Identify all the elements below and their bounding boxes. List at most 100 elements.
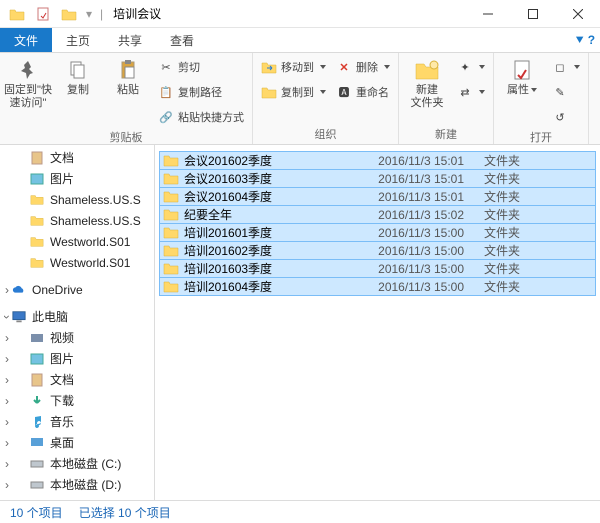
file-row[interactable]: 纪要全年2016/11/3 15:02文件夹 (159, 205, 596, 224)
expander-icon[interactable]: › (2, 373, 12, 387)
cut-label: 剪切 (178, 59, 200, 75)
expander-icon[interactable]: › (2, 436, 12, 450)
nav-quick-item[interactable]: Westworld.S01 (0, 252, 154, 273)
clipboard-group-label: 剪贴板 (6, 128, 246, 146)
expander-icon[interactable]: › (2, 394, 12, 408)
nav-pc-item[interactable]: › 视频 (0, 327, 154, 348)
nav-quick-item[interactable]: 图片 (0, 168, 154, 189)
nav-onedrive[interactable]: › OneDrive (0, 279, 154, 300)
nav-item-icon (30, 193, 44, 207)
pin-quickaccess-button[interactable]: 固定到"快 速访问" (6, 56, 50, 110)
file-row[interactable]: 培训201601季度2016/11/3 15:00文件夹 (159, 223, 596, 242)
folder-icon (163, 172, 179, 186)
file-row[interactable]: 会议201603季度2016/11/3 15:01文件夹 (159, 169, 596, 188)
file-row[interactable]: 培训201604季度2016/11/3 15:00文件夹 (159, 277, 596, 296)
file-row[interactable]: 培训201602季度2016/11/3 15:00文件夹 (159, 241, 596, 260)
new-folder-button[interactable]: 新建 文件夹 (405, 56, 449, 110)
help-icon[interactable]: ⯆ ? (570, 28, 600, 52)
close-button[interactable] (555, 0, 600, 28)
file-name: 培训201603季度 (184, 260, 364, 277)
nav-item-label: 视频 (50, 329, 74, 346)
window-title: 培训会议 (113, 5, 161, 22)
copypath-label: 复制路径 (178, 84, 222, 100)
expander-icon[interactable]: › (2, 331, 12, 345)
nav-item-icon (30, 457, 44, 471)
nav-quick-item[interactable]: Westworld.S01 (0, 231, 154, 252)
tab-view[interactable]: 查看 (156, 28, 208, 52)
moveto-label: 移动到 (281, 59, 314, 75)
delete-button[interactable]: ✕删除 (334, 56, 392, 78)
invert-selection-button[interactable]: ◨反向选择 (595, 106, 600, 128)
folder-icon-2[interactable] (58, 3, 80, 25)
quick-access-toolbar: ▾ | 培训会议 (0, 3, 167, 25)
expander-icon[interactable]: › (2, 283, 12, 297)
folder-icon (163, 262, 179, 276)
tab-file[interactable]: 文件 (0, 28, 52, 52)
moveto-button[interactable]: 移动到 (259, 56, 328, 78)
qat-dropdown-icon[interactable]: ▾ (86, 7, 92, 21)
nav-quick-item[interactable]: 文档 (0, 147, 154, 168)
copy-path-button[interactable]: 📋复制路径 (156, 81, 246, 103)
file-date: 2016/11/3 15:01 (364, 172, 484, 186)
nav-quick-item[interactable]: Shameless.US.S (0, 189, 154, 210)
nav-pc-item[interactable]: ›本地磁盘 (C:) (0, 453, 154, 474)
file-row[interactable]: 会议201604季度2016/11/3 15:01文件夹 (159, 187, 596, 206)
file-list[interactable]: 会议201602季度2016/11/3 15:01文件夹会议201603季度20… (155, 145, 600, 500)
history-button[interactable]: ↺ (550, 106, 582, 128)
open-button[interactable]: ◻ (550, 56, 582, 78)
maximize-button[interactable] (510, 0, 555, 28)
select-all-button[interactable]: ▦全部选择 (595, 56, 600, 78)
navigation-pane[interactable]: 文档图片Shameless.US.SShameless.US.SWestworl… (0, 145, 155, 500)
paste-label: 粘贴 (117, 84, 139, 97)
select-group-label: 选择 (595, 128, 600, 146)
expander-icon[interactable]: › (2, 478, 12, 492)
nav-pc-item[interactable]: ›文档 (0, 369, 154, 390)
rename-button[interactable]: 🅰重命名 (334, 81, 392, 103)
file-type: 文件夹 (484, 242, 544, 259)
paste-button[interactable]: 粘贴 (106, 56, 150, 97)
nav-item-icon (30, 394, 44, 408)
folder-icon[interactable] (6, 3, 28, 25)
copy-label: 复制 (67, 84, 89, 97)
easy-access-button[interactable]: ⇄ (455, 81, 487, 103)
nav-pc-item[interactable]: ›下载 (0, 390, 154, 411)
nav-pc-item[interactable]: ›本地磁盘 (D:) (0, 474, 154, 495)
tab-share[interactable]: 共享 (104, 28, 156, 52)
edit-button[interactable]: ✎ (550, 81, 582, 103)
cut-icon: ✂ (158, 59, 174, 75)
properties-label: 属性 (507, 84, 529, 96)
expander-icon[interactable]: › (2, 415, 12, 429)
cut-button[interactable]: ✂剪切 (156, 56, 246, 78)
nav-item-icon (30, 478, 44, 492)
copyto-button[interactable]: 复制到 (259, 81, 328, 103)
minimize-button[interactable] (465, 0, 510, 28)
tab-home[interactable]: 主页 (52, 28, 104, 52)
open-group-label: 打开 (500, 128, 582, 146)
nav-item-icon (30, 235, 44, 249)
pasteshortcut-label: 粘贴快捷方式 (178, 109, 244, 125)
nav-pc-item[interactable]: ›音乐 (0, 411, 154, 432)
expander-icon[interactable]: › (2, 457, 12, 471)
copy-button[interactable]: 复制 (56, 56, 100, 97)
copypath-icon: 📋 (158, 84, 174, 100)
paste-shortcut-button[interactable]: 🔗粘贴快捷方式 (156, 106, 246, 128)
nav-quick-item[interactable]: Shameless.US.S (0, 210, 154, 231)
chevron-down-icon (479, 65, 485, 69)
expander-icon[interactable]: › (0, 312, 14, 322)
nav-item-icon (30, 256, 44, 270)
properties-button[interactable]: 属性 (500, 56, 544, 97)
nav-pc-item[interactable]: ›图片 (0, 348, 154, 369)
select-none-button[interactable]: ▢全部取消 (595, 81, 600, 103)
folder-icon (163, 280, 179, 294)
nav-pc-item[interactable]: ›桌面 (0, 432, 154, 453)
properties-icon[interactable] (32, 3, 54, 25)
expander-icon[interactable]: › (2, 352, 12, 366)
ribbon: 固定到"快 速访问" 复制 粘贴 ✂剪切 📋复制路径 🔗粘贴快捷方式 剪贴板 移… (0, 53, 600, 145)
nav-item-label: 文档 (50, 149, 74, 166)
file-date: 2016/11/3 15:01 (364, 190, 484, 204)
file-row[interactable]: 会议201602季度2016/11/3 15:01文件夹 (159, 151, 596, 170)
new-item-button[interactable]: ✦ (455, 56, 487, 78)
nav-thispc[interactable]: › 此电脑 (0, 306, 154, 327)
folder-icon (163, 208, 179, 222)
file-row[interactable]: 培训201603季度2016/11/3 15:00文件夹 (159, 259, 596, 278)
